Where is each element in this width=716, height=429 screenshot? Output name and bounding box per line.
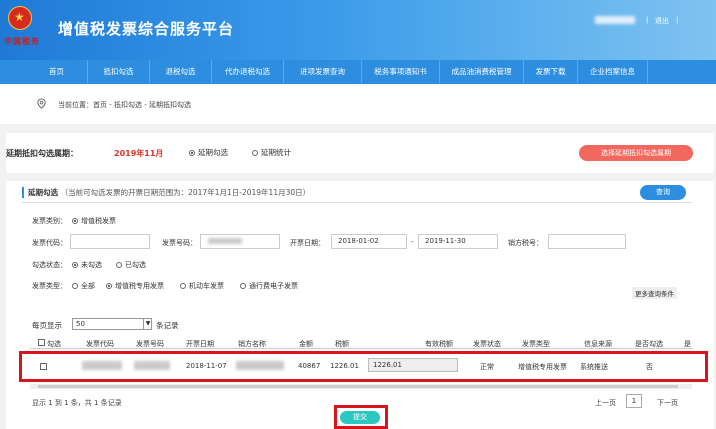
row-tax: 1226.01 [330, 362, 359, 370]
main-nav: 首页 抵扣勾选 退税勾选 代办退税勾选 进项发票查询 税务事项通知书 成品油消费… [0, 60, 716, 84]
invoice-category-label: 发票类别： [32, 217, 67, 225]
invoice-code-label: 发票代码： [32, 239, 67, 247]
radio-label: 延期勾选 [198, 148, 228, 157]
nav-deduction-check[interactable]: 抵扣勾选 [88, 60, 150, 84]
row-is-checked: 否 [646, 363, 653, 371]
issue-date-label: 开票日期： [290, 239, 325, 247]
date-to-input[interactable]: 2019-11-30 [418, 234, 498, 249]
radio-label: 增值税专用发票 [115, 282, 164, 290]
row-type: 增值税专用发票 [518, 363, 567, 371]
table-scroll-thumb[interactable] [38, 385, 678, 388]
date-separator: - [411, 238, 414, 246]
row-valid-tax-input[interactable]: 1226.01 [368, 358, 458, 372]
nav-company-profile[interactable]: 企业档案信息 [578, 60, 648, 84]
page-size-suffix: 条记录 [156, 321, 179, 330]
radio-unchecked-icon [116, 262, 122, 268]
table-header-divider [30, 348, 692, 349]
row-amount: 40867 [298, 362, 321, 370]
radio-checked-icon [106, 283, 112, 289]
nav-refund-check[interactable]: 退税勾选 [150, 60, 212, 84]
radio-label: 增值税发票 [81, 217, 116, 225]
invoice-category-option[interactable]: 增值税发票 [72, 216, 116, 226]
radio-label: 全部 [81, 282, 95, 290]
nav-agent-refund-check[interactable]: 代办退税勾选 [212, 60, 284, 84]
check-status-label: 勾选状态： [32, 261, 67, 269]
status-unchecked-option[interactable]: 未勾选 [72, 260, 102, 270]
radio-unchecked-icon [252, 150, 258, 156]
select-period-button[interactable]: 选择延期抵扣勾选属期 [579, 145, 693, 161]
date-from-input[interactable]: 2018-01-02 [331, 234, 407, 249]
invoice-number-cell-blurred [134, 361, 170, 370]
nav-tax-notice[interactable]: 税务事项通知书 [362, 60, 440, 84]
page-size-label: 每页显示 [32, 321, 62, 330]
radio-unchecked-icon [180, 283, 186, 289]
table-summary: 显示 1 到 1 条，共 1 条记录 [32, 399, 122, 407]
type-toll-option[interactable]: 通行费电子发票 [240, 281, 298, 291]
radio-label: 机动车发票 [189, 282, 224, 290]
logo-text: 中国税务 [4, 36, 40, 46]
submit-button[interactable]: 提交 [340, 411, 380, 424]
select-all-checkbox[interactable] [38, 339, 45, 346]
type-all-option[interactable]: 全部 [72, 281, 95, 291]
section-hint: （当前可勾选发票的开票日期范围为：2017年1月1日-2019年11月30日） [60, 188, 311, 197]
app-title: 增值税发票综合服务平台 [58, 20, 235, 38]
radio-label: 已勾选 [125, 261, 146, 269]
app-header: ★ 中国税务 增值税发票综合服务平台 | 退出 | [0, 0, 716, 60]
breadcrumb-bar: 当前位置：首页 - 抵扣勾选 - 延期抵扣勾选 [0, 84, 716, 124]
invoice-code-blurred [82, 361, 122, 370]
logout-link[interactable]: 退出 [655, 16, 669, 26]
location-icon [37, 98, 46, 109]
radio-checked-icon [72, 262, 78, 268]
radio-label: 通行费电子发票 [249, 282, 298, 290]
status-checked-option[interactable]: 已勾选 [116, 260, 146, 270]
page-size-select[interactable]: 50 [72, 318, 152, 330]
invoice-type-label: 发票类型： [32, 282, 67, 290]
period-bar: 延期抵扣勾选属期： 2019年11月 延期勾选 延期统计 选择延期抵扣勾选属期 [6, 133, 714, 173]
pager-current[interactable]: 1 [626, 394, 642, 408]
seller-name-blurred [236, 361, 284, 370]
section-title: 延期勾选 （当前可勾选发票的开票日期范围为：2017年1月1日-2019年11月… [22, 187, 310, 198]
nav-invoice-query[interactable]: 进项发票查询 [284, 60, 362, 84]
period-label: 延期抵扣勾选属期： [6, 149, 78, 158]
divider [22, 202, 692, 203]
row-source: 系统推送 [580, 363, 608, 371]
radio-delay-select[interactable]: 延期勾选 [189, 147, 228, 158]
nav-oil-tax[interactable]: 成品油消费税管理 [440, 60, 524, 84]
radio-unchecked-icon [240, 283, 246, 289]
radio-checked-icon [72, 218, 78, 224]
row-issue-date: 2018-11-07 [186, 362, 227, 370]
radio-label: 延期统计 [261, 148, 291, 157]
radio-checked-icon [189, 150, 195, 156]
type-special-option[interactable]: 增值税专用发票 [106, 281, 164, 291]
chevron-down-icon[interactable]: ▼ [143, 318, 152, 330]
radio-delay-stats[interactable]: 延期统计 [252, 147, 291, 158]
header-separator: | [676, 16, 679, 24]
section-title-text: 延期勾选 [28, 188, 58, 197]
seller-tax-input[interactable] [548, 234, 626, 249]
breadcrumb: 当前位置：首页 - 抵扣勾选 - 延期抵扣勾选 [58, 101, 191, 109]
more-conditions-toggle[interactable]: 更多查询条件 [632, 287, 677, 299]
pager-prev[interactable]: 上一页 [595, 398, 616, 408]
period-value: 2019年11月 [114, 149, 164, 158]
radio-unchecked-icon [72, 283, 78, 289]
row-status: 正常 [480, 363, 494, 371]
tax-emblem-icon: ★ [8, 6, 32, 30]
seller-tax-label: 销方税号： [508, 239, 543, 247]
radio-label: 未勾选 [81, 261, 102, 269]
row-checkbox[interactable] [40, 363, 47, 370]
type-vehicle-option[interactable]: 机动车发票 [180, 281, 224, 291]
invoice-code-input[interactable] [70, 234, 150, 249]
nav-invoice-download[interactable]: 发票下载 [524, 60, 578, 84]
invoice-number-blurred [208, 238, 242, 244]
invoice-number-label: 发票号码： [162, 239, 197, 247]
header-separator: | [646, 16, 649, 24]
pager-next[interactable]: 下一页 [657, 398, 678, 408]
nav-home[interactable]: 首页 [26, 60, 88, 84]
username-blurred[interactable] [595, 16, 635, 24]
query-button[interactable]: 查询 [640, 185, 686, 200]
